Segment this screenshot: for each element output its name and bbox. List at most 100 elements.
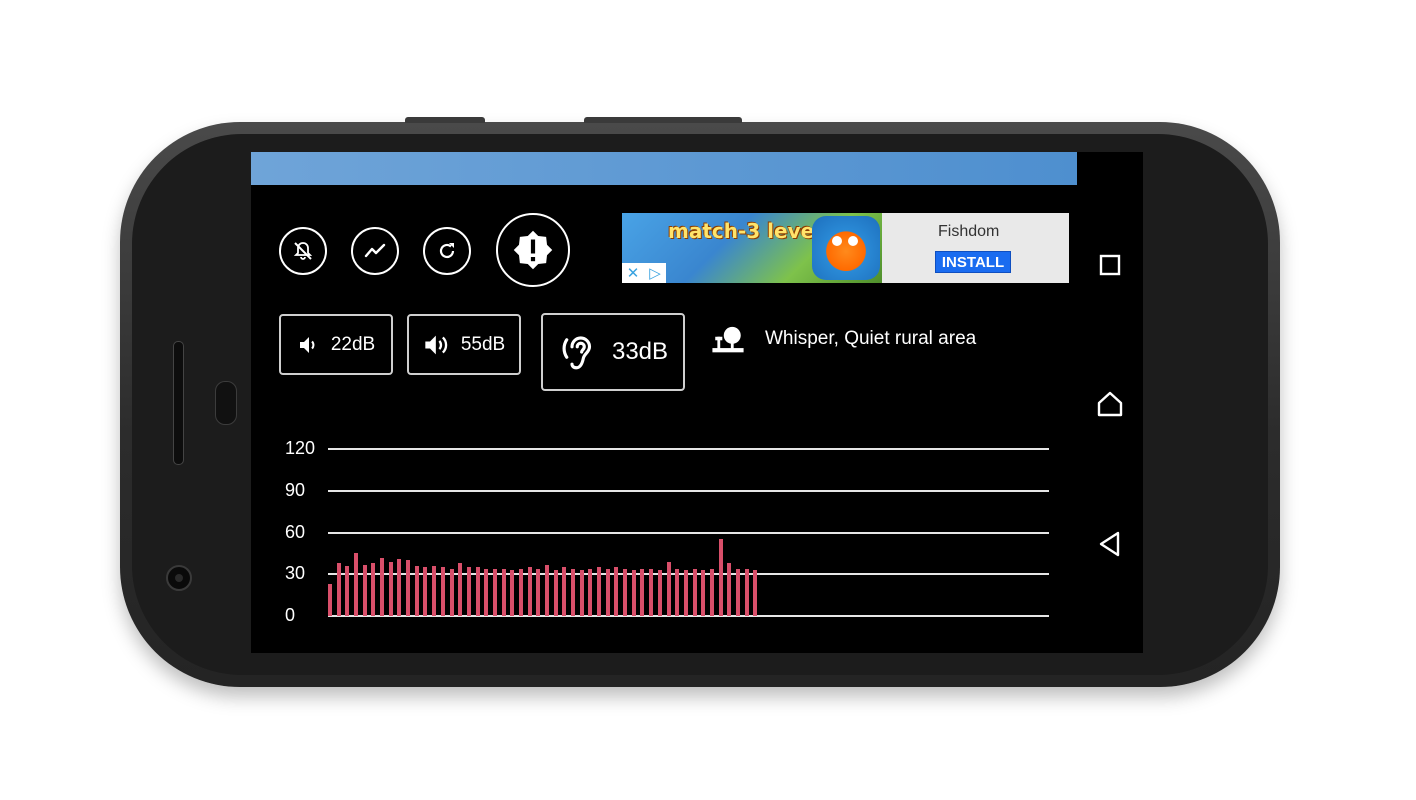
ad-app-icon xyxy=(812,216,880,280)
chart-bar xyxy=(605,568,610,616)
chart-bar xyxy=(432,565,437,616)
chart-bar xyxy=(579,570,584,616)
y-tick-label: 120 xyxy=(285,438,316,458)
ad-install-button[interactable]: INSTALL xyxy=(935,251,1011,273)
notification-off-button[interactable] xyxy=(279,227,327,275)
chart-bar xyxy=(475,567,480,616)
chart-bar xyxy=(597,567,602,616)
chart-bar xyxy=(649,568,654,616)
current-db-box: 33dB xyxy=(541,313,685,391)
ad-headline: match-3 level xyxy=(668,219,822,243)
ad-title: Fishdom xyxy=(938,223,1000,240)
chart-bar xyxy=(623,568,628,616)
refresh-button[interactable] xyxy=(423,227,471,275)
chart-bar xyxy=(640,568,645,616)
gridline xyxy=(328,489,1049,492)
max-db-box: 55dB xyxy=(407,314,521,375)
back-triangle-icon xyxy=(1099,531,1120,557)
power-button xyxy=(584,117,742,123)
chart-bar xyxy=(692,568,697,616)
home-button[interactable] xyxy=(1096,390,1124,418)
chart-bar xyxy=(709,568,714,616)
current-db-value: 33dB xyxy=(611,338,669,365)
y-tick-label: 0 xyxy=(285,605,296,625)
gridline xyxy=(328,531,1049,534)
earpiece-speaker xyxy=(173,341,184,465)
chart-bar xyxy=(492,568,497,616)
volume-button xyxy=(405,117,485,123)
chart-bar xyxy=(345,565,350,616)
notification-off-icon xyxy=(293,242,313,260)
chart-bar xyxy=(588,568,593,616)
alert-button[interactable] xyxy=(496,213,570,287)
ad-choices[interactable]: ✕ ▷ xyxy=(622,263,666,283)
chart-bar xyxy=(545,564,549,616)
recents-button[interactable] xyxy=(1096,251,1124,279)
chart-bar xyxy=(727,563,732,616)
refresh-icon xyxy=(439,243,455,259)
chart-bar xyxy=(406,560,411,616)
chart-bar xyxy=(536,568,541,616)
y-tick-label: 60 xyxy=(285,521,306,542)
min-db-value: 22dB xyxy=(330,333,376,355)
trend-icon xyxy=(364,243,386,258)
y-tick-label: 90 xyxy=(285,479,306,500)
chart-bar xyxy=(683,570,688,616)
chart-bar xyxy=(397,558,402,616)
chart-bar xyxy=(449,568,454,616)
gridline xyxy=(328,448,1049,450)
chart-bar xyxy=(701,570,706,616)
chart-bar xyxy=(614,567,619,616)
chart-bar xyxy=(354,553,359,616)
chart-bar xyxy=(414,565,419,616)
chart-bar xyxy=(440,567,445,616)
chart-bar xyxy=(484,568,489,616)
ad-info-icon[interactable]: ▷ xyxy=(644,263,666,283)
max-db-value: 55dB xyxy=(460,333,506,355)
chart-bar xyxy=(466,567,471,616)
chart-bar xyxy=(510,570,515,616)
chart-bar xyxy=(388,561,393,616)
chart-bar xyxy=(553,570,558,616)
chart-bar xyxy=(518,568,523,616)
recents-square-icon xyxy=(1099,254,1121,276)
volume-high-icon xyxy=(425,335,447,354)
volume-low-icon xyxy=(299,336,315,353)
db-history-chart: 0 30 60 90 120 xyxy=(251,422,1077,642)
chart-bar xyxy=(744,568,749,616)
chart-bar xyxy=(631,570,636,616)
alert-icon xyxy=(513,230,553,270)
chart-bar xyxy=(666,561,671,616)
min-db-box: 22dB xyxy=(279,314,393,375)
level-description: Whisper, Quiet rural area xyxy=(765,328,977,349)
ad-close-icon[interactable]: ✕ xyxy=(622,263,644,283)
chart-bar xyxy=(735,568,740,616)
chart-bar xyxy=(718,539,723,616)
chart-bar xyxy=(458,563,463,616)
chart-bar xyxy=(423,567,428,616)
front-camera xyxy=(166,565,192,591)
ear-icon xyxy=(562,336,592,370)
chart-bar xyxy=(657,570,662,616)
chart-bar xyxy=(571,568,576,616)
proximity-sensor xyxy=(215,381,237,425)
ad-banner[interactable]: match-3 level ✕ ▷ Fishdom INSTALL xyxy=(622,213,1069,283)
chart-bar xyxy=(501,568,506,616)
trend-button[interactable] xyxy=(351,227,399,275)
chart-bar xyxy=(328,583,332,616)
chart-bar xyxy=(362,564,367,616)
chart-bar xyxy=(336,563,341,616)
chart-bar xyxy=(371,563,376,616)
chart-bar xyxy=(527,567,532,616)
chart-bar xyxy=(562,567,567,616)
status-bar xyxy=(251,152,1077,185)
navigation-bar xyxy=(1077,152,1143,653)
back-button[interactable] xyxy=(1096,530,1124,558)
chart-bar xyxy=(753,570,758,616)
y-tick-label: 30 xyxy=(285,563,306,584)
chart-bar xyxy=(675,568,680,616)
home-icon xyxy=(1097,391,1123,417)
app-screen: match-3 level ✕ ▷ Fishdom INSTALL 22dB 5… xyxy=(251,152,1143,653)
chart-bar xyxy=(380,557,385,616)
reference-level-icon xyxy=(712,326,744,353)
